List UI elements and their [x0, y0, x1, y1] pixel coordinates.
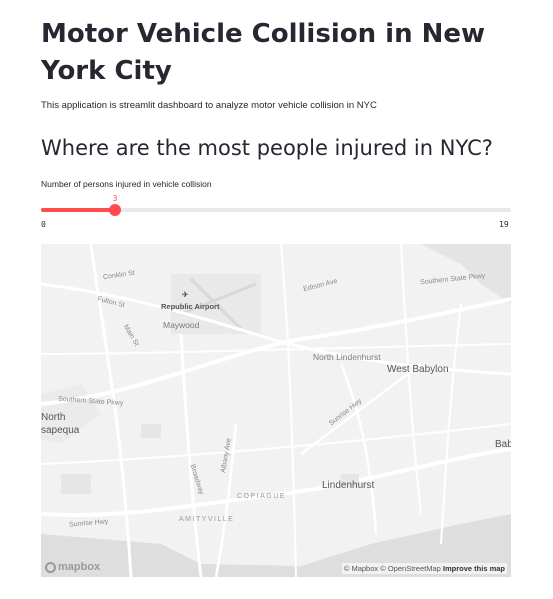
- airport-icon: ✈: [182, 290, 189, 299]
- map-label-maywood: Maywood: [163, 320, 200, 330]
- slider-min-label: 0: [41, 220, 46, 229]
- mapbox-logo[interactable]: mapbox: [45, 561, 100, 573]
- mapbox-logo-icon: [45, 561, 56, 573]
- map-label-copiague: COPIAGUE: [237, 493, 286, 500]
- map-label-bab: Bab: [495, 439, 511, 450]
- slider-value-label: 3: [112, 194, 118, 203]
- map-attribution[interactable]: © Mapbox © OpenStreetMap Improve this ma…: [341, 563, 507, 574]
- page-description: This application is streamlit dashboard …: [41, 100, 377, 111]
- page-title: Motor Vehicle Collision in New York City: [41, 19, 486, 86]
- mapbox-logo-text: mapbox: [58, 561, 101, 573]
- slider-label: Number of persons injured in vehicle col…: [41, 179, 212, 189]
- injured-slider[interactable]: [41, 204, 511, 216]
- map-label-north-1: North Lindenhurst: [313, 352, 381, 362]
- injury-map[interactable]: Conklin St Fulton St Main St Edison Ave …: [41, 244, 511, 577]
- improve-map-link[interactable]: Improve this map: [443, 564, 505, 573]
- attribution-text[interactable]: © Mapbox © OpenStreetMap: [344, 564, 441, 573]
- slider-thumb[interactable]: [109, 204, 121, 216]
- map-label-airport: Republic Airport: [161, 302, 220, 311]
- map-label-lindenhurst: Lindenhurst: [322, 480, 375, 491]
- slider-max-label: 19: [499, 220, 509, 229]
- section-subheader: Where are the most people injured in NYC…: [41, 136, 493, 160]
- map-label-north-massapequa-1: North: [41, 412, 66, 423]
- slider-fill: [41, 208, 115, 212]
- map-label-amityville: AMITYVILLE: [179, 516, 235, 523]
- map-label-west-babylon: West Babylon: [387, 364, 449, 375]
- map-label-north-massapequa-2: sapequa: [41, 425, 80, 436]
- map-base: [41, 244, 511, 577]
